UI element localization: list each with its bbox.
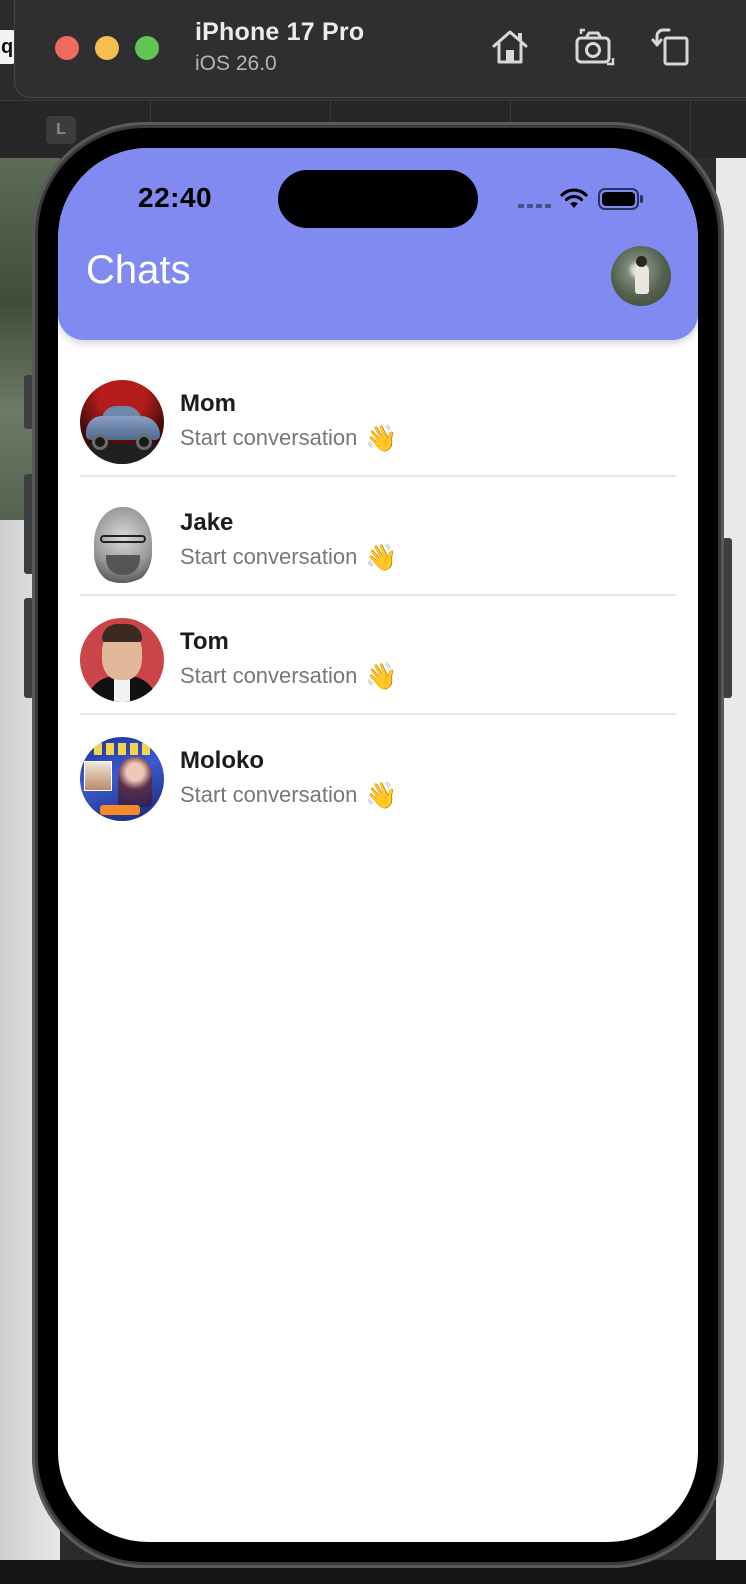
minimize-window-button[interactable] [95,36,119,60]
portrait-suit-avatar [80,618,164,702]
chat-preview: Start conversation 👋 [180,663,398,689]
portrait-bw-avatar [80,499,164,583]
profile-head [636,256,647,267]
page-title: Chats [86,248,191,292]
phone-screen: 22:40 Chats Mom Start conversation 👋 Jak… [58,148,698,1542]
chat-preview-text: Start conversation [180,544,358,569]
simulator-toolbar: iPhone 17 Pro iOS 26.0 [14,0,746,98]
chat-preview-text: Start conversation [180,663,358,688]
background-tag: L [46,116,76,144]
chat-name: Tom [180,628,229,655]
dynamic-island [278,170,478,228]
zoom-window-button[interactable] [135,36,159,60]
status-time: 22:40 [138,182,213,213]
waving-hand-icon: 👋 [365,542,398,572]
chat-preview: Start conversation 👋 [180,782,398,808]
close-window-button[interactable] [55,36,79,60]
waving-hand-icon: 👋 [365,661,398,691]
waving-hand-icon: 👋 [365,423,398,453]
screenshot-icon [575,28,615,66]
screenshot-button[interactable] [571,24,617,70]
chat-row-moloko[interactable]: Moloko Start conversation 👋 [80,715,676,834]
chat-preview-text: Start conversation [180,782,358,807]
profile-avatar[interactable] [611,246,671,306]
chat-name: Mom [180,390,236,417]
chat-row-mom[interactable]: Mom Start conversation 👋 [80,358,676,477]
car-photo-avatar [80,380,164,464]
chat-row-tom[interactable]: Tom Start conversation 👋 [80,596,676,715]
waving-hand-icon: 👋 [365,780,398,810]
chat-preview: Start conversation 👋 [180,544,398,570]
os-version: iOS 26.0 [195,52,277,75]
chat-row-jake[interactable]: Jake Start conversation 👋 [80,477,676,596]
home-button[interactable] [487,24,533,70]
chats-header: 22:40 Chats [58,148,698,340]
rotate-icon [651,28,689,66]
album-cover-avatar [80,737,164,821]
chat-name: Moloko [180,747,264,774]
rotate-button[interactable] [649,24,695,70]
chat-preview: Start conversation 👋 [180,425,398,451]
battery-icon [598,188,643,210]
chat-list: Mom Start conversation 👋 Jake Start conv… [80,358,676,834]
wifi-icon [560,188,588,208]
profile-figure [635,264,649,294]
device-name: iPhone 17 Pro [195,18,365,46]
simulator-desktop: L q iPhone 17 Pro iOS 26.0 22:40 Chats M… [0,0,746,1584]
chat-preview-text: Start conversation [180,425,358,450]
signal-icon [518,204,551,208]
home-icon [492,30,528,64]
chat-name: Jake [180,509,234,536]
